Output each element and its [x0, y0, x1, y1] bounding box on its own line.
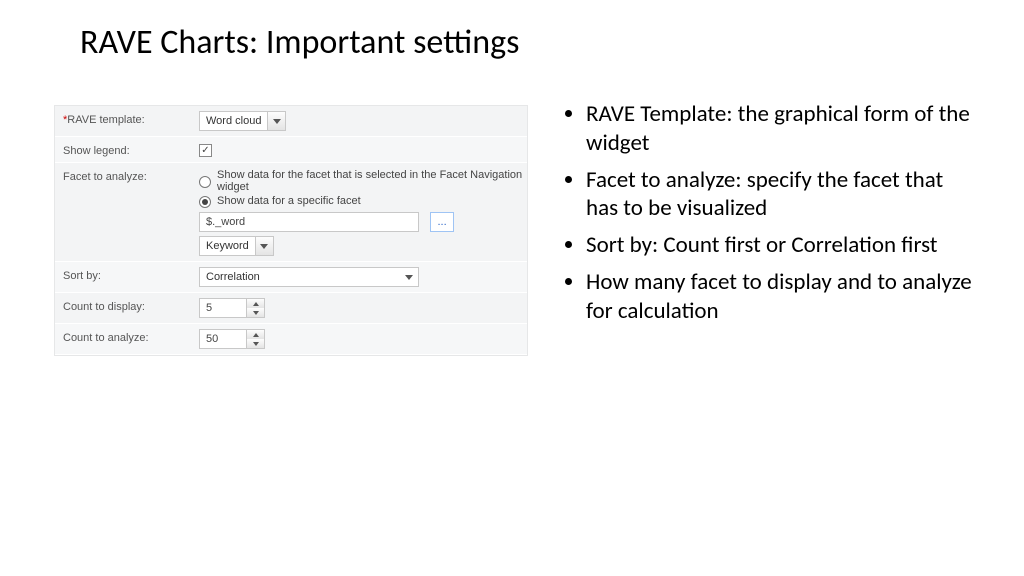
label-facet-analyze: Facet to analyze:	[59, 168, 199, 183]
row-facet-analyze: Facet to analyze: Show data for the face…	[55, 163, 527, 262]
row-show-legend: Show legend: ✓	[55, 137, 527, 163]
label-count-analyze: Count to analyze:	[59, 329, 199, 344]
show-legend-checkbox[interactable]: ✓	[199, 144, 212, 157]
sort-by-select[interactable]: Correlation	[199, 267, 419, 287]
slide-title: RAVE Charts: Important settings	[80, 22, 519, 63]
radio-icon	[199, 176, 211, 188]
dropdown-button[interactable]	[267, 112, 285, 130]
spinner-up-button[interactable]	[247, 330, 264, 339]
sort-by-value: Correlation	[200, 271, 266, 283]
facet-option-1-label: Show data for the facet that is selected…	[217, 169, 523, 193]
spinner-down-button[interactable]	[247, 339, 264, 348]
bullet-item: How many facet to display and to analyze…	[586, 268, 974, 326]
count-analyze-spinner[interactable]: 50	[199, 329, 265, 349]
chevron-down-icon	[405, 275, 413, 280]
dropdown-button[interactable]	[255, 237, 273, 255]
bullet-list: RAVE Template: the graphical form of the…	[554, 100, 974, 333]
chevron-up-icon	[253, 333, 259, 337]
row-count-analyze: Count to analyze: 50	[55, 324, 527, 355]
bullet-item: RAVE Template: the graphical form of the…	[586, 100, 974, 158]
facet-type-value: Keyword	[200, 240, 255, 252]
spinner-down-button[interactable]	[247, 308, 264, 317]
bullet-item: Facet to analyze: specify the facet that…	[586, 166, 974, 224]
label-count-display: Count to display:	[59, 298, 199, 313]
label-rave-template-text: RAVE template:	[67, 114, 144, 126]
label-sort-by: Sort by:	[59, 267, 199, 282]
label-show-legend: Show legend:	[59, 142, 199, 157]
row-sort-by: Sort by: Correlation	[55, 262, 527, 293]
facet-option-2[interactable]: Show data for a specific facet	[199, 194, 523, 208]
chevron-down-icon	[253, 311, 259, 315]
radio-icon	[199, 196, 211, 208]
facet-text-input[interactable]: $._word	[199, 212, 419, 232]
label-rave-template: *RAVE template:	[59, 111, 199, 126]
count-display-value: 5	[200, 299, 246, 317]
facet-text-value: $._word	[206, 216, 245, 228]
rave-template-value: Word cloud	[200, 115, 267, 127]
radio-dot-icon	[202, 199, 208, 205]
count-display-spinner[interactable]: 5	[199, 298, 265, 318]
checkmark-icon: ✓	[201, 146, 209, 156]
more-button[interactable]: ...	[430, 212, 454, 232]
chevron-down-icon	[260, 244, 268, 249]
row-count-display: Count to display: 5	[55, 293, 527, 324]
chevron-down-icon	[273, 119, 281, 124]
bullet-item: Sort by: Count first or Correlation firs…	[586, 231, 974, 260]
spinner-up-button[interactable]	[247, 299, 264, 308]
settings-panel: *RAVE template: Word cloud Show legend: …	[54, 105, 528, 356]
rave-template-select[interactable]: Word cloud	[199, 111, 286, 131]
chevron-down-icon	[253, 342, 259, 346]
dropdown-button[interactable]	[400, 268, 418, 286]
row-rave-template: *RAVE template: Word cloud	[55, 106, 527, 137]
chevron-up-icon	[253, 302, 259, 306]
facet-type-select[interactable]: Keyword	[199, 236, 274, 256]
facet-option-2-label: Show data for a specific facet	[217, 195, 361, 207]
count-analyze-value: 50	[200, 330, 246, 348]
facet-option-1[interactable]: Show data for the facet that is selected…	[199, 168, 523, 194]
